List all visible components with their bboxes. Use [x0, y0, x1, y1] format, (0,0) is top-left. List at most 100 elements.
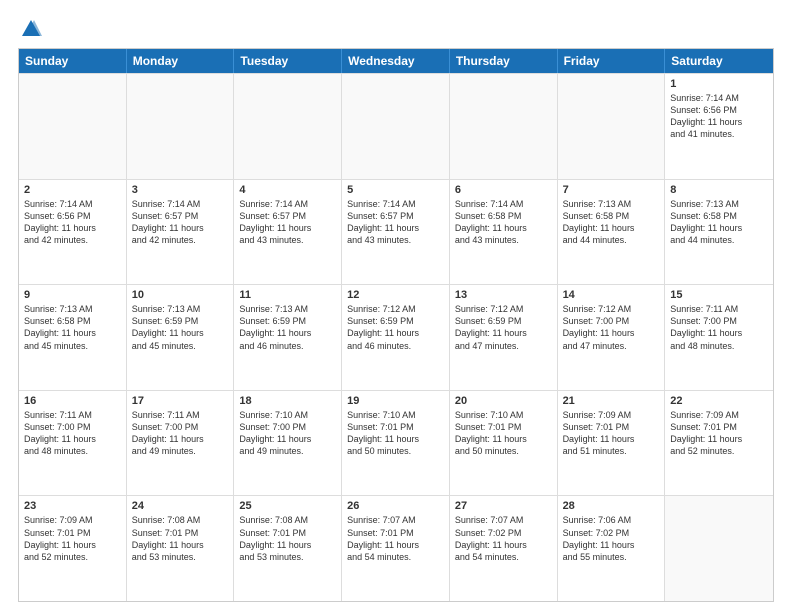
calendar: SundayMondayTuesdayWednesdayThursdayFrid… — [18, 48, 774, 602]
day-number: 26 — [347, 500, 444, 512]
day-header-tuesday: Tuesday — [234, 49, 342, 73]
cell-info-line: and 42 minutes. — [24, 234, 121, 246]
cell-info-line: and 53 minutes. — [239, 551, 336, 563]
calendar-cell: 27Sunrise: 7:07 AMSunset: 7:02 PMDayligh… — [450, 496, 558, 601]
cell-info-line: Daylight: 11 hours — [563, 539, 660, 551]
calendar-cell: 2Sunrise: 7:14 AMSunset: 6:56 PMDaylight… — [19, 180, 127, 285]
calendar-cell — [127, 74, 235, 179]
cell-info-line: Sunrise: 7:11 AM — [670, 303, 768, 315]
day-number: 23 — [24, 500, 121, 512]
cell-info-line: Sunset: 7:00 PM — [670, 315, 768, 327]
day-header-friday: Friday — [558, 49, 666, 73]
calendar-week-1: 2Sunrise: 7:14 AMSunset: 6:56 PMDaylight… — [19, 179, 773, 285]
cell-info-line: and 54 minutes. — [455, 551, 552, 563]
calendar-cell: 19Sunrise: 7:10 AMSunset: 7:01 PMDayligh… — [342, 391, 450, 496]
cell-info-line: Sunset: 6:59 PM — [347, 315, 444, 327]
cell-info-line: Sunset: 7:01 PM — [132, 527, 229, 539]
cell-info-line: Sunrise: 7:14 AM — [132, 198, 229, 210]
calendar-cell: 24Sunrise: 7:08 AMSunset: 7:01 PMDayligh… — [127, 496, 235, 601]
cell-info-line: Sunrise: 7:14 AM — [24, 198, 121, 210]
cell-info-line: Daylight: 11 hours — [239, 222, 336, 234]
day-number: 21 — [563, 395, 660, 407]
calendar-cell: 7Sunrise: 7:13 AMSunset: 6:58 PMDaylight… — [558, 180, 666, 285]
cell-info-line: Daylight: 11 hours — [455, 433, 552, 445]
cell-info-line: Sunrise: 7:06 AM — [563, 514, 660, 526]
cell-info-line: Sunrise: 7:09 AM — [563, 409, 660, 421]
cell-info-line: Sunset: 6:56 PM — [24, 210, 121, 222]
cell-info-line: Sunset: 7:00 PM — [563, 315, 660, 327]
cell-info-line: Daylight: 11 hours — [670, 116, 768, 128]
day-number: 22 — [670, 395, 768, 407]
calendar-cell: 25Sunrise: 7:08 AMSunset: 7:01 PMDayligh… — [234, 496, 342, 601]
cell-info-line: Sunrise: 7:13 AM — [563, 198, 660, 210]
day-number: 27 — [455, 500, 552, 512]
cell-info-line: and 52 minutes. — [24, 551, 121, 563]
cell-info-line: Sunset: 6:59 PM — [132, 315, 229, 327]
cell-info-line: Daylight: 11 hours — [455, 327, 552, 339]
calendar-cell: 10Sunrise: 7:13 AMSunset: 6:59 PMDayligh… — [127, 285, 235, 390]
calendar-cell: 9Sunrise: 7:13 AMSunset: 6:58 PMDaylight… — [19, 285, 127, 390]
cell-info-line: and 45 minutes. — [132, 340, 229, 352]
day-number: 7 — [563, 184, 660, 196]
calendar-cell: 15Sunrise: 7:11 AMSunset: 7:00 PMDayligh… — [665, 285, 773, 390]
day-header-monday: Monday — [127, 49, 235, 73]
cell-info-line: and 44 minutes. — [670, 234, 768, 246]
logo — [18, 18, 42, 40]
day-number: 10 — [132, 289, 229, 301]
calendar-cell: 21Sunrise: 7:09 AMSunset: 7:01 PMDayligh… — [558, 391, 666, 496]
cell-info-line: Sunrise: 7:14 AM — [670, 92, 768, 104]
day-number: 15 — [670, 289, 768, 301]
cell-info-line: and 49 minutes. — [239, 445, 336, 457]
cell-info-line: Sunset: 6:56 PM — [670, 104, 768, 116]
calendar-cell: 23Sunrise: 7:09 AMSunset: 7:01 PMDayligh… — [19, 496, 127, 601]
day-number: 19 — [347, 395, 444, 407]
page: SundayMondayTuesdayWednesdayThursdayFrid… — [0, 0, 792, 612]
cell-info-line: Daylight: 11 hours — [24, 433, 121, 445]
calendar-cell: 16Sunrise: 7:11 AMSunset: 7:00 PMDayligh… — [19, 391, 127, 496]
cell-info-line: Daylight: 11 hours — [563, 327, 660, 339]
day-header-thursday: Thursday — [450, 49, 558, 73]
cell-info-line: and 48 minutes. — [670, 340, 768, 352]
cell-info-line: and 52 minutes. — [670, 445, 768, 457]
cell-info-line: Sunset: 7:00 PM — [239, 421, 336, 433]
calendar-cell: 6Sunrise: 7:14 AMSunset: 6:58 PMDaylight… — [450, 180, 558, 285]
cell-info-line: Sunset: 6:58 PM — [563, 210, 660, 222]
calendar-week-4: 23Sunrise: 7:09 AMSunset: 7:01 PMDayligh… — [19, 495, 773, 601]
calendar-header: SundayMondayTuesdayWednesdayThursdayFrid… — [19, 49, 773, 73]
calendar-cell: 12Sunrise: 7:12 AMSunset: 6:59 PMDayligh… — [342, 285, 450, 390]
cell-info-line: Sunset: 7:01 PM — [670, 421, 768, 433]
cell-info-line: Daylight: 11 hours — [132, 222, 229, 234]
calendar-cell — [450, 74, 558, 179]
cell-info-line: Sunset: 7:00 PM — [24, 421, 121, 433]
calendar-cell: 17Sunrise: 7:11 AMSunset: 7:00 PMDayligh… — [127, 391, 235, 496]
cell-info-line: and 50 minutes. — [347, 445, 444, 457]
cell-info-line: Sunrise: 7:08 AM — [239, 514, 336, 526]
cell-info-line: Daylight: 11 hours — [239, 539, 336, 551]
cell-info-line: and 50 minutes. — [455, 445, 552, 457]
cell-info-line: Sunset: 6:57 PM — [132, 210, 229, 222]
cell-info-line: Daylight: 11 hours — [24, 222, 121, 234]
cell-info-line: Daylight: 11 hours — [239, 433, 336, 445]
day-number: 8 — [670, 184, 768, 196]
calendar-cell: 26Sunrise: 7:07 AMSunset: 7:01 PMDayligh… — [342, 496, 450, 601]
cell-info-line: Sunset: 6:58 PM — [24, 315, 121, 327]
calendar-cell: 5Sunrise: 7:14 AMSunset: 6:57 PMDaylight… — [342, 180, 450, 285]
cell-info-line: Daylight: 11 hours — [670, 222, 768, 234]
cell-info-line: Sunrise: 7:10 AM — [239, 409, 336, 421]
calendar-week-0: 1 Sunrise: 7:14 AMSunset: 6:56 PMDaylight… — [19, 73, 773, 179]
cell-info-line: and 42 minutes. — [132, 234, 229, 246]
cell-info-line: and 46 minutes. — [239, 340, 336, 352]
calendar-cell: 22Sunrise: 7:09 AMSunset: 7:01 PMDayligh… — [665, 391, 773, 496]
cell-info-line: Sunset: 7:02 PM — [563, 527, 660, 539]
cell-info-line: and 51 minutes. — [563, 445, 660, 457]
cell-info-line: Daylight: 11 hours — [347, 539, 444, 551]
cell-info-line: Sunrise: 7:13 AM — [670, 198, 768, 210]
day-number: 17 — [132, 395, 229, 407]
cell-info-line: and 47 minutes. — [455, 340, 552, 352]
cell-info-line: Sunrise: 7:12 AM — [563, 303, 660, 315]
calendar-cell: 13Sunrise: 7:12 AMSunset: 6:59 PMDayligh… — [450, 285, 558, 390]
day-number: 1 — [670, 78, 768, 90]
cell-info-line: Sunrise: 7:13 AM — [239, 303, 336, 315]
cell-info-line: Daylight: 11 hours — [347, 433, 444, 445]
cell-info-line: Sunset: 6:58 PM — [670, 210, 768, 222]
